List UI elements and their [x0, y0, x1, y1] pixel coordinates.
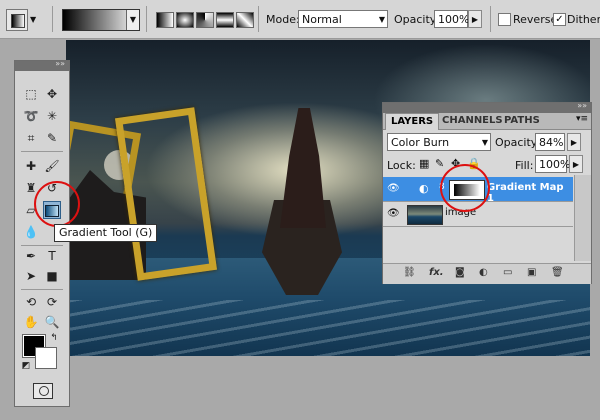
chevron-down-icon: ▼ — [378, 15, 385, 24]
lock-pixels-icon[interactable]: ✎ — [435, 157, 444, 170]
panel-tabs: LAYERS CHANNELS PATHS ▾≡ — [383, 113, 591, 130]
trash-icon[interactable]: 🗑 — [551, 267, 564, 278]
diamond-gradient-button[interactable] — [236, 12, 254, 28]
layer-name[interactable]: Gradient Map 1 — [487, 182, 573, 204]
new-group-icon[interactable]: ▭ — [503, 267, 512, 278]
options-bar: ▼ ▼ Mode: Normal ▼ Opacity: 100% ▶ Revers… — [0, 0, 600, 39]
lasso-tool-icon[interactable]: ➰ — [22, 107, 40, 125]
eye-icon[interactable]: 👁 — [387, 208, 400, 219]
path-selection-tool-icon[interactable]: ➤ — [22, 267, 40, 285]
layers-scrollbar[interactable] — [574, 175, 591, 261]
swap-colors-icon[interactable]: ↰ — [45, 329, 63, 347]
blend-mode-select[interactable]: Color Burn ▼ — [387, 133, 491, 151]
add-mask-icon[interactable]: ◙ — [455, 267, 465, 278]
opacity-slider-button[interactable]: ▶ — [468, 10, 482, 28]
tab-channels[interactable]: CHANNELS — [437, 113, 508, 129]
blend-row: Color Burn ▼ Opacity: 84% ▶ — [383, 133, 591, 155]
reverse-checkbox[interactable] — [498, 13, 511, 26]
chevron-down-icon: ▼ — [481, 138, 488, 147]
link-layers-icon[interactable]: ⛓ — [403, 267, 416, 278]
healing-brush-tool-icon[interactable]: ✚ — [22, 157, 40, 175]
mode-select[interactable]: Normal ▼ — [298, 10, 388, 28]
divider — [146, 6, 147, 32]
adjustment-layer-icon: ◐ — [419, 182, 429, 195]
gradient-tool-tooltip: Gradient Tool (G) — [54, 224, 158, 242]
panel-menu-icon[interactable]: ▾≡ — [576, 114, 588, 124]
background-color-swatch[interactable] — [35, 347, 57, 369]
dither-label: Dither — [567, 13, 600, 26]
waves — [66, 300, 590, 356]
annotation-circle — [34, 181, 80, 227]
divider — [490, 6, 491, 32]
cloaked-figure — [280, 108, 326, 228]
lock-row: Lock: ▦ ✎ ✥ 🔒 Fill: 100% ▶ — [383, 155, 591, 177]
linear-gradient-button[interactable] — [156, 12, 174, 28]
annotation-circle — [440, 164, 490, 212]
layer-style-button[interactable]: fx. — [429, 267, 444, 278]
opacity-slider-button[interactable]: ▶ — [567, 133, 581, 151]
gradient-tool-icon — [11, 14, 25, 28]
divider — [21, 245, 63, 246]
collapse-icon[interactable]: »» — [55, 59, 65, 68]
adjustment-layer-icon[interactable]: ◐ — [479, 267, 488, 278]
hand-tool-icon[interactable]: ✋ — [22, 313, 40, 331]
3d-orbit-tool-icon[interactable]: ⟳ — [43, 293, 61, 311]
default-colors-icon[interactable]: ◩ — [17, 357, 35, 375]
quick-mask-icon[interactable] — [33, 383, 53, 399]
crop-tool-icon[interactable]: ⌗ — [22, 129, 40, 147]
brush-tool-icon[interactable]: 🖌 — [43, 157, 61, 175]
radial-gradient-button[interactable] — [176, 12, 194, 28]
eyedropper-tool-icon[interactable]: ✎ — [43, 129, 61, 147]
eye-icon[interactable]: 👁 — [387, 183, 400, 194]
pen-tool-icon[interactable]: ✒ — [22, 247, 40, 265]
tab-layers[interactable]: LAYERS — [385, 113, 440, 130]
chevron-down-icon[interactable]: ▼ — [30, 15, 36, 24]
tab-paths[interactable]: PATHS — [499, 113, 545, 129]
dither-checkbox[interactable]: ✓ — [553, 13, 566, 26]
reverse-label: Reverse — [513, 13, 558, 26]
reflected-gradient-button[interactable] — [216, 12, 234, 28]
lock-label: Lock: — [387, 159, 416, 172]
fill-input[interactable]: 100% — [535, 155, 570, 173]
layer-thumbnail — [407, 205, 443, 225]
opacity-input[interactable]: 100% — [434, 10, 469, 28]
divider — [52, 6, 53, 32]
angle-gradient-button[interactable] — [196, 12, 214, 28]
opacity-label: Opacity: — [394, 13, 440, 26]
blur-tool-icon[interactable]: 💧 — [22, 223, 40, 241]
divider — [258, 6, 259, 32]
collapse-icon[interactable]: »» — [577, 101, 587, 110]
fill-slider-button[interactable]: ▶ — [569, 155, 583, 173]
gradient-picker[interactable]: ▼ — [62, 9, 140, 31]
3d-rotate-tool-icon[interactable]: ⟲ — [22, 293, 40, 311]
opacity-label: Opacity: — [495, 136, 541, 149]
new-layer-icon[interactable]: ▣ — [527, 267, 536, 278]
divider — [21, 151, 63, 152]
chevron-down-icon[interactable]: ▼ — [126, 10, 139, 30]
lock-transparent-icon[interactable]: ▦ — [419, 157, 429, 170]
move-tool-icon[interactable]: ✥ — [43, 85, 61, 103]
mode-label: Mode: — [266, 13, 300, 26]
type-tool-icon[interactable]: T — [43, 247, 61, 265]
layer-opacity-input[interactable]: 84% — [535, 133, 565, 151]
panel-titlebar[interactable]: »» — [383, 101, 591, 113]
magic-wand-tool-icon[interactable]: ✳ — [43, 107, 61, 125]
fill-label: Fill: — [515, 159, 534, 172]
toolbox-titlebar[interactable]: »» — [15, 59, 69, 71]
tool-preset-picker[interactable] — [6, 9, 28, 31]
layers-footer: ⛓ fx. ◙ ◐ ▭ ▣ 🗑 — [383, 263, 591, 284]
marquee-tool-icon[interactable]: ⬚ — [22, 85, 40, 103]
rectangle-tool-icon[interactable]: ■ — [43, 267, 61, 285]
divider — [21, 289, 63, 290]
